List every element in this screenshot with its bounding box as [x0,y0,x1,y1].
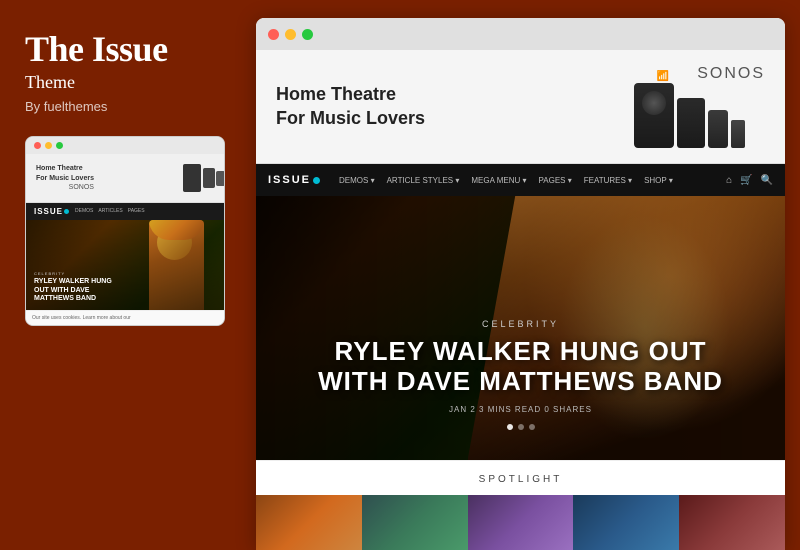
nav-search-icon[interactable]: 🔍 [761,175,773,186]
nav-cart-icon[interactable]: 🛒 [740,175,752,186]
speaker-main [634,83,674,148]
sidebar-title: The Issue [25,30,228,70]
mini-dot-green [56,142,63,149]
hero-section: CELEBRITY RYLEY WALKER HUNG OUT WITH DAV… [256,196,785,460]
mini-nav-item: ARTICLES [98,208,122,214]
mini-nav-item: DEMOS [75,208,93,214]
mini-dot-yellow [45,142,52,149]
speaker-mid [677,98,705,148]
hero-dot-3[interactable] [529,424,535,430]
wifi-icon: 📶 [657,71,669,82]
mini-logo-dot [64,209,69,214]
mini-nav: ISSUE DEMOS ARTICLES PAGES [26,203,224,220]
sidebar: The Issue Theme By fuelthemes Home Theat… [0,0,248,550]
nav-item-mega[interactable]: MEGA MENU ▾ [466,174,531,187]
hero-title: RYLEY WALKER HUNG OUT WITH DAVE MATTHEWS… [256,337,785,397]
mini-speaker-image [169,162,214,194]
mini-dot-red [34,142,41,149]
mini-browser-preview: Home TheatreFor Music Lovers SONOS ISSUE… [25,136,225,326]
hero-dot-1[interactable] [507,424,513,430]
ad-banner: Home Theatre For Music Lovers SONOS 📶 [256,50,785,164]
mini-cookie-notice: Our site uses cookies. Learn more about … [26,310,224,325]
mini-logo: ISSUE [34,207,69,216]
mini-nav-item: PAGES [128,208,145,214]
thumb-item-4[interactable] [573,495,679,550]
mini-hero: CELEBRITY RYLEY WALKER HUNG OUT WITH DAV… [26,220,224,310]
main-dot-yellow[interactable] [285,29,296,40]
nav-home-icon[interactable]: ⌂ [726,175,732,186]
ad-banner-text: Home Theatre For Music Lovers [276,83,425,130]
ad-banner-right: SONOS 📶 [634,65,765,148]
thumb-item-1[interactable] [256,495,362,550]
hero-dot-2[interactable] [518,424,524,430]
nav-item-pages[interactable]: PAGES ▾ [534,174,577,187]
thumb-item-2[interactable] [362,495,468,550]
mini-hero-face [149,220,204,310]
ad-speakers-image: 📶 [634,83,745,148]
hero-content: CELEBRITY RYLEY WALKER HUNG OUT WITH DAV… [256,319,785,430]
sidebar-subtitle: Theme [25,72,228,93]
nav-item-shop[interactable]: SHOP ▾ [639,174,678,187]
main-dot-red[interactable] [268,29,279,40]
nav-right-icons: ⌂ 🛒 🔍 [726,175,773,186]
logo-dot [313,177,320,184]
thumbnail-row [256,495,785,550]
mini-hero-title: RYLEY WALKER HUNG OUT WITH DAVE MATTHEWS… [34,278,124,303]
mini-speaker-main [183,164,201,192]
mini-speaker-small [203,168,215,188]
mini-ad-text: Home TheatreFor Music Lovers [36,164,94,184]
hero-category: CELEBRITY [256,319,785,329]
nav-items[interactable]: DEMOS ▾ ARTICLE STYLES ▾ MEGA MENU ▾ PAG… [334,174,678,187]
main-browser: Home Theatre For Music Lovers SONOS 📶 IS… [256,18,785,550]
mini-ad-brand: SONOS [36,184,94,191]
spotlight-bar: SPOTLIGHT [256,460,785,495]
ad-brand: SONOS [697,65,765,83]
main-browser-bar [256,18,785,50]
sidebar-by: By fuelthemes [25,99,228,114]
mini-speaker-tiny [216,171,225,186]
thumb-item-5[interactable] [679,495,785,550]
hero-carousel-dots[interactable] [256,424,785,430]
site-nav: ISSUE DEMOS ▾ ARTICLE STYLES ▾ MEGA MENU… [256,164,785,196]
hero-meta: JAN 2 3 MINS READ 0 SHARES [256,405,785,414]
main-dot-green[interactable] [302,29,313,40]
thumb-item-3[interactable] [468,495,574,550]
nav-item-articles[interactable]: ARTICLE STYLES ▾ [382,174,465,187]
spotlight-label: SPOTLIGHT [479,474,563,485]
mini-nav-items: DEMOS ARTICLES PAGES [75,208,145,214]
nav-item-demos[interactable]: DEMOS ▾ [334,174,380,187]
mini-browser-bar [26,137,224,154]
mini-hero-category: CELEBRITY [34,271,124,276]
speaker-small [708,110,728,148]
speaker-tiny [731,120,745,148]
nav-item-features[interactable]: FEATURES ▾ [579,174,637,187]
site-logo: ISSUE [268,174,320,186]
mini-ad-banner: Home TheatreFor Music Lovers SONOS [26,154,224,203]
